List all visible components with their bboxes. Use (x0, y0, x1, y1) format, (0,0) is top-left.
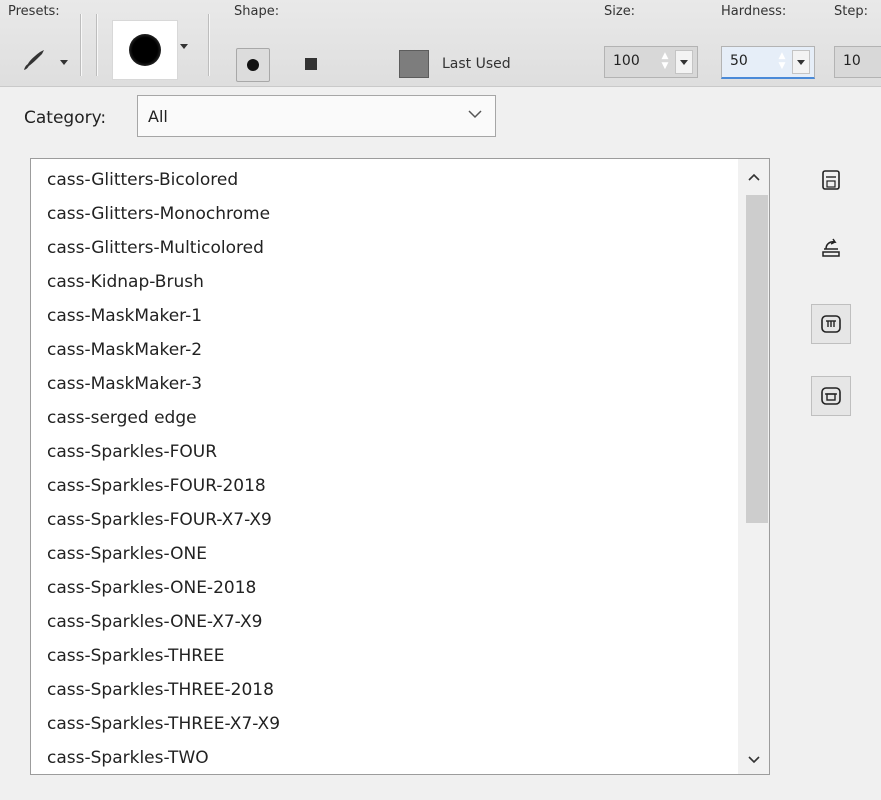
presets-label: Presets: (8, 4, 60, 19)
export-icon (821, 387, 841, 405)
import-brush-button[interactable] (811, 228, 851, 268)
list-item[interactable]: cass-MaskMaker-3 (31, 367, 769, 401)
list-item[interactable]: cass-MaskMaker-2 (31, 333, 769, 367)
last-used-label: Last Used (442, 56, 511, 72)
size-label: Size: (604, 4, 636, 19)
round-shape-button[interactable] (236, 48, 270, 82)
step-value[interactable]: 10 (843, 53, 861, 69)
list-item[interactable]: cass-Sparkles-ONE-X7-X9 (31, 605, 769, 639)
size-dropdown[interactable] (675, 50, 693, 74)
list-scrollbar[interactable] (738, 159, 769, 774)
category-label: Category: (24, 108, 107, 128)
chevron-down-icon (797, 60, 805, 65)
square-shape-icon (305, 58, 317, 70)
list-item[interactable]: cass-Glitters-Bicolored (31, 163, 769, 197)
brush-icon (24, 50, 44, 70)
save-brush-button[interactable] (811, 160, 851, 200)
shape-label: Shape: (234, 4, 280, 19)
hardness-dropdown[interactable] (792, 50, 810, 74)
category-value: All (148, 107, 168, 126)
brush-list-items: cass-Glitters-Bicolored cass-Glitters-Mon… (31, 163, 769, 774)
list-item[interactable]: cass-Sparkles-THREE-2018 (31, 673, 769, 707)
category-icon (821, 315, 841, 333)
save-icon (822, 170, 840, 190)
list-item[interactable]: cass-Glitters-Multicolored (31, 231, 769, 265)
size-value[interactable]: 100 (613, 53, 640, 69)
list-item[interactable]: cass-Kidnap-Brush (31, 265, 769, 299)
list-item[interactable]: cass-serged edge (31, 401, 769, 435)
scroll-up-icon[interactable] (738, 165, 769, 191)
list-item[interactable]: cass-MaskMaker-1 (31, 299, 769, 333)
square-shape-button[interactable] (295, 48, 327, 80)
step-label: Step: (834, 4, 868, 19)
tool-options-bar: Presets: Shape: Last Used Size: 100 ▲ ▼ H… (0, 0, 881, 87)
hardness-label: Hardness: (721, 4, 787, 19)
preset-picker-button[interactable] (20, 44, 70, 78)
scrollbar-thumb[interactable] (746, 195, 768, 523)
hardness-stepper[interactable]: 50 ▲ ▼ (721, 46, 815, 79)
brush-tip-dropdown-icon[interactable] (180, 44, 188, 49)
list-item[interactable]: cass-Sparkles-FOUR (31, 435, 769, 469)
size-stepper[interactable]: 100 ▲ ▼ (604, 46, 698, 78)
hardness-spin-arrows[interactable]: ▲ ▼ (778, 51, 786, 73)
list-item[interactable]: cass-Sparkles-THREE-X7-X9 (31, 707, 769, 741)
list-item[interactable]: cass-Sparkles-FOUR-2018 (31, 469, 769, 503)
hardness-value[interactable]: 50 (730, 53, 748, 69)
brush-tip-icon (129, 34, 161, 66)
category-dropdown[interactable]: All (137, 95, 496, 137)
list-item[interactable]: cass-Sparkles-TWO (31, 741, 769, 774)
brush-tip-preview[interactable] (112, 20, 178, 80)
step-stepper[interactable]: 10 (834, 46, 881, 78)
brush-category-button[interactable] (811, 304, 851, 344)
import-icon (822, 238, 840, 257)
list-item[interactable]: cass-Sparkles-FOUR-X7-X9 (31, 503, 769, 537)
panel-footer (0, 778, 881, 800)
list-item[interactable]: cass-Sparkles-THREE (31, 639, 769, 673)
list-item[interactable]: cass-Sparkles-ONE-2018 (31, 571, 769, 605)
export-brush-button[interactable] (811, 376, 851, 416)
chevron-down-icon (60, 60, 68, 65)
chevron-down-icon (680, 60, 688, 65)
scroll-down-icon[interactable] (738, 748, 769, 774)
list-item[interactable]: cass-Sparkles-ONE (31, 537, 769, 571)
chevron-down-icon (467, 104, 483, 128)
size-spin-arrows[interactable]: ▲ ▼ (661, 51, 669, 73)
last-used-swatch[interactable] (399, 50, 429, 78)
round-shape-icon (247, 59, 259, 71)
brush-list[interactable]: cass-Glitters-Bicolored cass-Glitters-Mon… (30, 158, 770, 775)
list-item[interactable]: cass-Glitters-Monochrome (31, 197, 769, 231)
